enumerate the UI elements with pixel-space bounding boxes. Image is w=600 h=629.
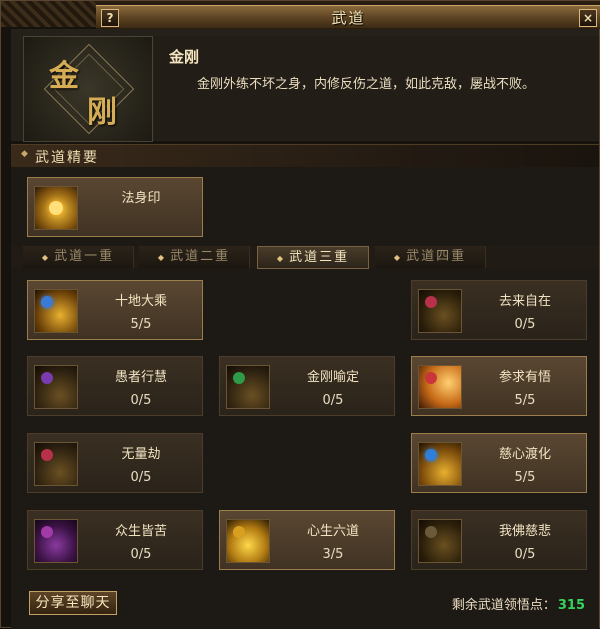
skill-card[interactable]: 无量劫 0/5 — [27, 433, 203, 493]
skill-name: 愚者行慧 — [114, 370, 167, 385]
remaining-points-label: 剩余武道领悟点： — [451, 598, 556, 613]
skill-name: 十地大乘 — [114, 294, 167, 309]
skill-card[interactable]: 愚者行慧 0/5 — [27, 356, 203, 416]
skill-card[interactable]: 金刚喻定 0/5 — [219, 356, 395, 416]
window-title: 武道 — [331, 9, 366, 27]
title-bar[interactable]: ? 武道 × — [96, 5, 600, 29]
orb — [425, 526, 437, 538]
skill-name: 金刚喻定 — [306, 370, 359, 385]
diamond-bullet-icon: ◆ — [157, 253, 167, 262]
skill-progress: 5/5 — [514, 470, 536, 485]
remaining-points-value: 315 — [557, 598, 585, 613]
red-orb-chest-icon — [34, 442, 78, 486]
style-info: 金刚 金刚外练不坏之身，内修反伤之道，如此克敌，屡战不败。 — [154, 36, 599, 140]
orb — [233, 526, 245, 538]
skill-name: 法身印 — [121, 191, 161, 206]
red-orb-swirl-icon — [418, 289, 462, 333]
orb — [425, 296, 437, 308]
tab-tier-2[interactable]: ◆ 武道二重 — [139, 246, 250, 268]
share-to-chat-button[interactable]: 分享至聊天 — [29, 591, 117, 615]
remaining-points: 剩余武道领悟点： 315 — [452, 594, 585, 613]
skill-card[interactable]: 参求有悟 5/5 — [411, 356, 587, 416]
skill-card[interactable]: 众生皆苦 0/5 — [27, 510, 203, 570]
skill-card-top[interactable]: 法身印 — [27, 177, 203, 237]
skill-card[interactable]: 慈心渡化 5/5 — [411, 433, 587, 493]
orb — [41, 296, 53, 308]
skill-progress: 0/5 — [514, 547, 536, 562]
skill-progress: 0/5 — [130, 393, 152, 408]
orb — [233, 372, 245, 384]
diamond-bullet-icon: ◆ — [21, 149, 28, 159]
skill-card[interactable]: 我佛慈悲 0/5 — [411, 510, 587, 570]
skill-progress: 3/5 — [322, 547, 344, 562]
skill-name: 无量劫 — [121, 447, 161, 462]
skill-name: 心生六道 — [306, 524, 359, 539]
purple-orb-chest-icon — [34, 365, 78, 409]
skill-name: 去来自在 — [498, 294, 551, 309]
orb — [41, 449, 53, 461]
close-button[interactable]: × — [579, 9, 597, 27]
skill-progress: 0/5 — [130, 470, 152, 485]
skill-progress: 5/5 — [514, 393, 536, 408]
blue-orb-chest-icon — [418, 442, 462, 486]
emblem-glyph-2: 刚 — [87, 95, 117, 130]
style-emblem: 金 刚 — [23, 36, 153, 142]
tab-tier-3[interactable]: ◆ 武道三重 — [257, 246, 369, 269]
blue-orb-swirl-icon — [34, 289, 78, 333]
skill-progress: 5/5 — [130, 317, 152, 332]
magenta-orb-tower-icon — [34, 519, 78, 563]
dark-orb-swirl-icon — [418, 519, 462, 563]
orb — [41, 372, 53, 384]
skill-card[interactable]: 十地大乘 5/5 — [27, 280, 203, 340]
orb — [425, 372, 437, 384]
skill-name: 参求有悟 — [498, 370, 551, 385]
style-description: 金刚外练不坏之身，内修反伤之道，如此克敌，屡战不败。 — [197, 77, 536, 92]
skill-card[interactable]: 去来自在 0/5 — [411, 280, 587, 340]
skill-name: 慈心渡化 — [498, 447, 551, 462]
tab-tier-1[interactable]: ◆ 武道一重 — [23, 246, 134, 268]
skill-card[interactable]: 心生六道 3/5 — [219, 510, 395, 570]
martial-way-window: ? 武道 × 金 刚 金刚 金刚外练不坏之身，内修反伤之道，如此克敌，屡战不败。… — [0, 0, 600, 629]
section-title: 武道精要 — [35, 150, 99, 166]
diamond-bullet-icon: ◆ — [393, 253, 403, 262]
swirl-core — [49, 201, 63, 215]
style-name: 金刚 — [169, 48, 200, 66]
skill-name: 我佛慈悲 — [498, 524, 551, 539]
skill-progress: 0/5 — [130, 547, 152, 562]
skill-progress: 0/5 — [322, 393, 344, 408]
section-header: ◆ 武道精要 — [11, 144, 599, 168]
red-orb-flame-icon — [418, 365, 462, 409]
diamond-bullet-icon: ◆ — [276, 254, 286, 263]
golden-figure-icon — [226, 519, 270, 563]
green-orb-chest-icon — [226, 365, 270, 409]
orb — [425, 449, 437, 461]
orb — [41, 526, 53, 538]
style-header: 金 刚 金刚 金刚外练不坏之身，内修反伤之道，如此克敌，屡战不败。 — [11, 29, 599, 142]
tab-tier-4[interactable]: ◆ 武道四重 — [375, 246, 486, 268]
skill-progress: 0/5 — [514, 317, 536, 332]
skill-name: 众生皆苦 — [114, 524, 167, 539]
diamond-bullet-icon: ◆ — [41, 253, 51, 262]
tier-tabs: ◆ 武道一重 ◆ 武道二重 ◆ 武道三重 ◆ 武道四重 — [11, 246, 599, 269]
golden-swirl-icon — [34, 186, 78, 230]
ornament-strip — [1, 1, 96, 27]
